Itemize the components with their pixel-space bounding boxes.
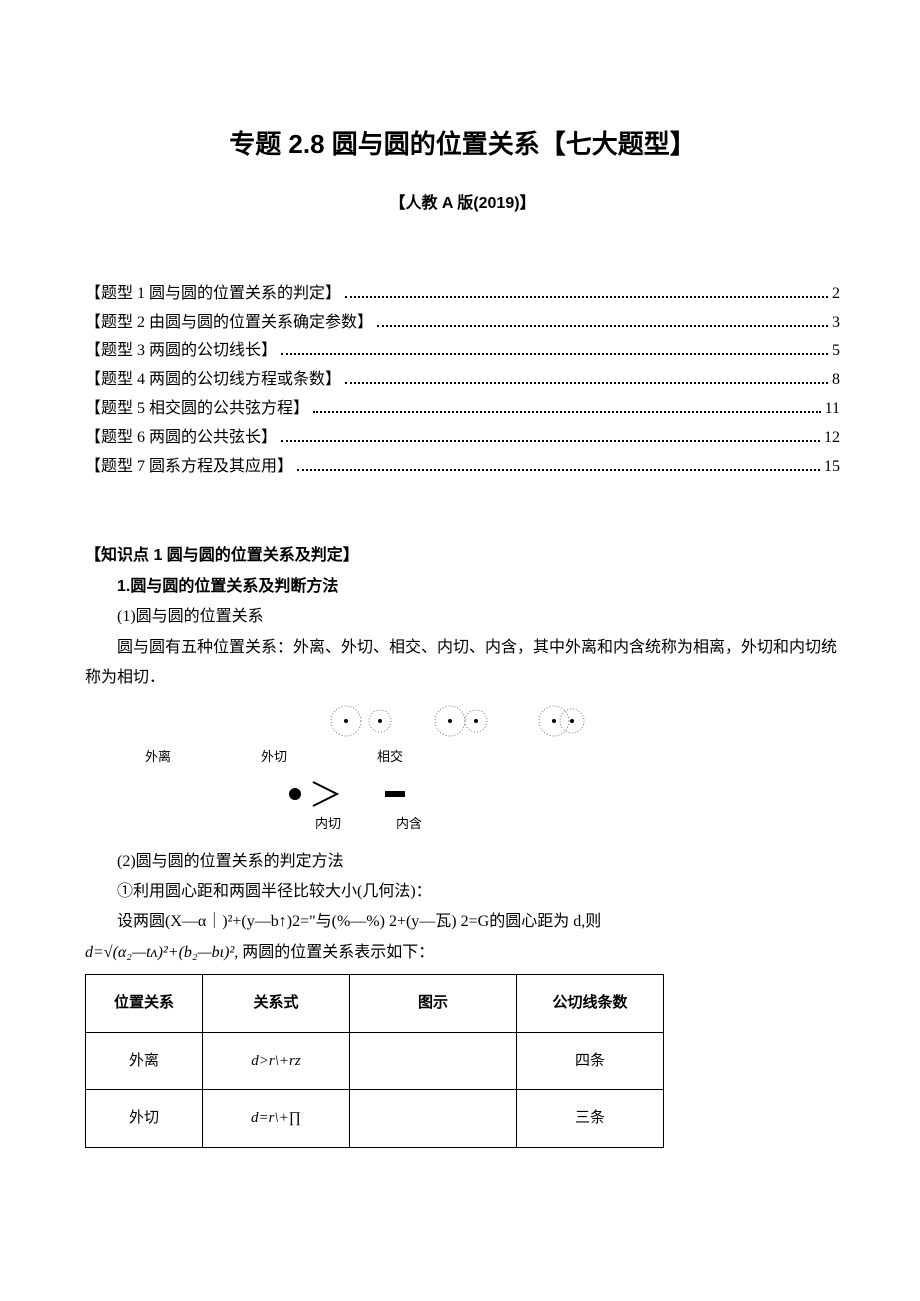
toc-item: 【题型 7 圆系方程及其应用】 15: [85, 453, 840, 482]
toc-item: 【题型 3 两圆的公切线长】 5: [85, 337, 840, 366]
cell-position: 外离: [86, 1032, 203, 1090]
toc-leader: [345, 371, 828, 384]
toc-label: 【题型 1 圆与圆的位置关系的判定】: [85, 280, 341, 309]
th-position: 位置关系: [86, 975, 203, 1033]
toc-leader: [297, 457, 820, 470]
figure-label: 内切: [315, 812, 341, 837]
toc-item: 【题型 5 相交圆的公共弦方程】 11: [85, 395, 840, 424]
toc-page: 3: [832, 309, 840, 338]
cell-tangent-count: 四条: [517, 1032, 664, 1090]
relation-table: 位置关系 关系式 图示 公切线条数 外离 d>r\+rz 四条 外切 d=r\+…: [85, 974, 664, 1148]
figure-wailii-icon: [328, 701, 398, 741]
cell-figure: [350, 1090, 517, 1148]
figure-neihan-icon: [375, 776, 415, 812]
figure-xiangjiao-icon: [528, 701, 598, 741]
circle-figures-row2: [275, 776, 840, 812]
formula-suffix: , 两圆的位置关系表示如下：: [234, 944, 434, 961]
toc-item: 【题型 4 两圆的公切线方程或条数】 8: [85, 366, 840, 395]
figure-label: 相交: [377, 745, 403, 770]
figure-label: 外离: [145, 745, 171, 770]
toc-label: 【题型 4 两圆的公切线方程或条数】: [85, 366, 341, 395]
cell-relation: d>r\+rz: [203, 1032, 350, 1090]
table-of-contents: 【题型 1 圆与圆的位置关系的判定】 2 【题型 2 由圆与圆的位置关系确定参数…: [85, 280, 840, 482]
table-header-row: 位置关系 关系式 图示 公切线条数: [86, 975, 664, 1033]
figure-neiqie-icon: [275, 776, 345, 812]
toc-label: 【题型 7 圆系方程及其应用】: [85, 453, 293, 482]
toc-leader: [313, 400, 821, 413]
page-title: 专题 2.8 圆与圆的位置关系【七大题型】: [85, 120, 840, 169]
knowledge-p2-label: (2)圆与圆的位置关系的判定方法: [85, 847, 840, 877]
toc-page: 5: [832, 337, 840, 366]
knowledge-p1-body: 圆与圆有五种位置关系：外离、外切、相交、内切、内含，其中外离和内含统称为相离，外…: [85, 633, 840, 694]
th-relation: 关系式: [203, 975, 350, 1033]
toc-label: 【题型 2 由圆与圆的位置关系确定参数】: [85, 309, 373, 338]
knowledge-main-1: 1.圆与圆的位置关系及判断方法: [85, 572, 840, 602]
toc-item: 【题型 6 两圆的公共弦长】 12: [85, 424, 840, 453]
knowledge-p2-2: 设两圆(X—α｜)²+(y—b↑)2="与(%—%) 2+(y—瓦) 2=G的圆…: [85, 907, 840, 937]
knowledge-p2-1: ①利用圆心距和两圆半径比较大小(几何法)：: [85, 877, 840, 907]
figure-labels-row1: 外离 外切 相交: [145, 745, 840, 770]
figure-label: 内含: [396, 812, 422, 837]
cell-figure: [350, 1032, 517, 1090]
th-tangent-count: 公切线条数: [517, 975, 664, 1033]
toc-page: 15: [824, 453, 840, 482]
figure-label: 外切: [261, 745, 287, 770]
toc-leader: [377, 313, 828, 326]
knowledge-heading: 【知识点 1 圆与圆的位置关系及判定】: [85, 541, 840, 571]
toc-label: 【题型 5 相交圆的公共弦方程】: [85, 395, 309, 424]
table-row: 外离 d>r\+rz 四条: [86, 1032, 664, 1090]
th-figure: 图示: [350, 975, 517, 1033]
knowledge-p2-3: d=√(α₂—tʌ)²+(b₂—bι)², 两圆的位置关系表示如下：: [85, 938, 840, 968]
formula-d: d=√(α₂—tʌ)²+(b₂—bι)²: [85, 944, 234, 961]
toc-item: 【题型 2 由圆与圆的位置关系确定参数】 3: [85, 309, 840, 338]
toc-page: 2: [832, 280, 840, 309]
figure-labels-row2: 内切 内含: [315, 812, 840, 837]
cell-relation: d=r\+∏: [203, 1090, 350, 1148]
toc-page: 11: [825, 395, 840, 424]
knowledge-p1-label: (1)圆与圆的位置关系: [85, 602, 840, 632]
page-subtitle: 【人教 A 版(2019)】: [85, 189, 840, 219]
cell-tangent-count: 三条: [517, 1090, 664, 1148]
figure-waiqie-icon: [428, 701, 498, 741]
toc-item: 【题型 1 圆与圆的位置关系的判定】 2: [85, 280, 840, 309]
table-row: 外切 d=r\+∏ 三条: [86, 1090, 664, 1148]
circle-figures-row1: [85, 701, 840, 741]
toc-leader: [345, 285, 828, 298]
toc-label: 【题型 6 两圆的公共弦长】: [85, 424, 277, 453]
toc-label: 【题型 3 两圆的公切线长】: [85, 337, 277, 366]
toc-leader: [281, 429, 820, 442]
toc-leader: [281, 342, 828, 355]
cell-position: 外切: [86, 1090, 203, 1148]
toc-page: 12: [824, 424, 840, 453]
toc-page: 8: [832, 366, 840, 395]
